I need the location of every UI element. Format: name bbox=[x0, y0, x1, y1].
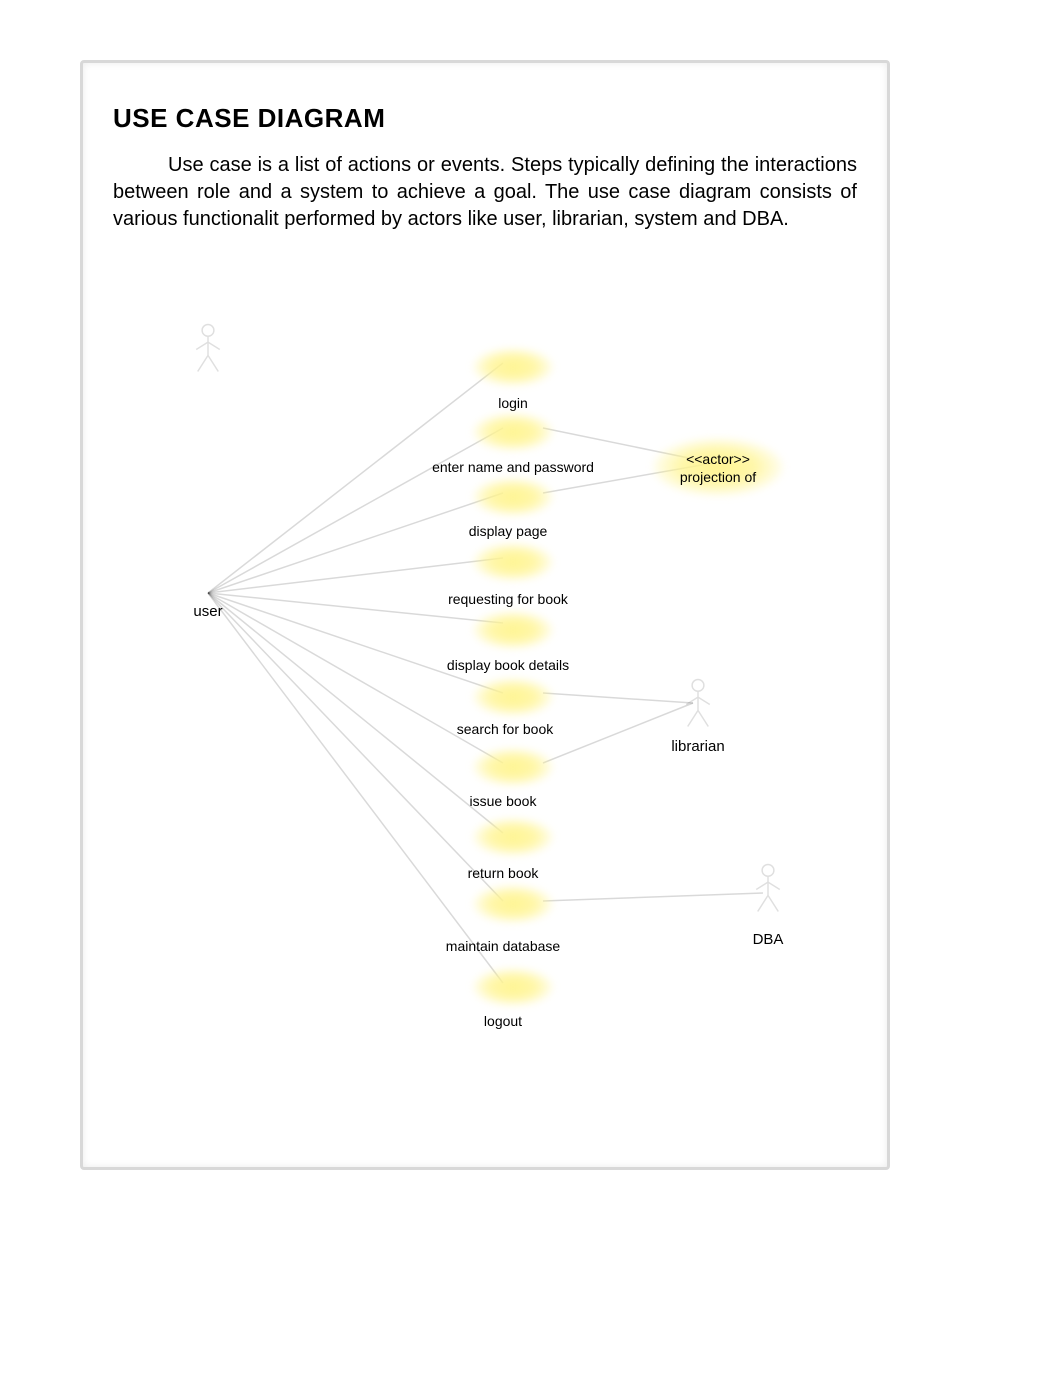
page-frame: USE CASE DIAGRAM Use case is a list of a… bbox=[80, 60, 890, 1170]
uc-maintain-bubble bbox=[473, 885, 553, 923]
uc-display-page: display page bbox=[398, 523, 618, 539]
actor-user: user bbox=[193, 603, 222, 620]
uc-logout-bubble bbox=[473, 968, 553, 1006]
uc-search: search for book bbox=[395, 721, 615, 737]
uc-return-bubble bbox=[473, 818, 553, 856]
uc-display-details-bubble bbox=[473, 611, 553, 649]
intro-paragraph: Use case is a list of actions or events.… bbox=[113, 152, 857, 233]
user-figure-icon bbox=[193, 323, 223, 373]
uc-issue: issue book bbox=[393, 793, 613, 809]
uc-maintain: maintain database bbox=[393, 938, 613, 954]
actor-dba: DBA bbox=[753, 931, 784, 948]
uc-display-details: display book details bbox=[398, 657, 618, 673]
uc-enter-name: enter name and password bbox=[403, 459, 623, 475]
uc-logout: logout bbox=[393, 1013, 613, 1029]
actor-projection-stereotype: <<actor>> bbox=[686, 451, 750, 467]
uc-login-bubble bbox=[473, 348, 553, 386]
uc-requesting-bubble bbox=[473, 543, 553, 581]
uc-enter-name-bubble bbox=[473, 413, 553, 451]
use-case-diagram: user <<actor>> projection of librarian D… bbox=[113, 253, 857, 1073]
uc-search-bubble bbox=[473, 678, 553, 716]
actor-librarian: librarian bbox=[671, 738, 724, 755]
uc-login: login bbox=[403, 395, 623, 411]
uc-issue-bubble bbox=[473, 748, 553, 786]
dba-figure-icon bbox=[753, 863, 783, 913]
librarian-figure-icon bbox=[683, 678, 713, 728]
page-title: USE CASE DIAGRAM bbox=[113, 103, 857, 134]
uc-requesting: requesting for book bbox=[398, 591, 618, 607]
uc-display-page-bubble bbox=[473, 478, 553, 516]
actor-projection: <<actor>> projection of bbox=[680, 451, 756, 486]
actor-projection-label: projection of bbox=[680, 469, 756, 485]
uc-return: return book bbox=[393, 865, 613, 881]
